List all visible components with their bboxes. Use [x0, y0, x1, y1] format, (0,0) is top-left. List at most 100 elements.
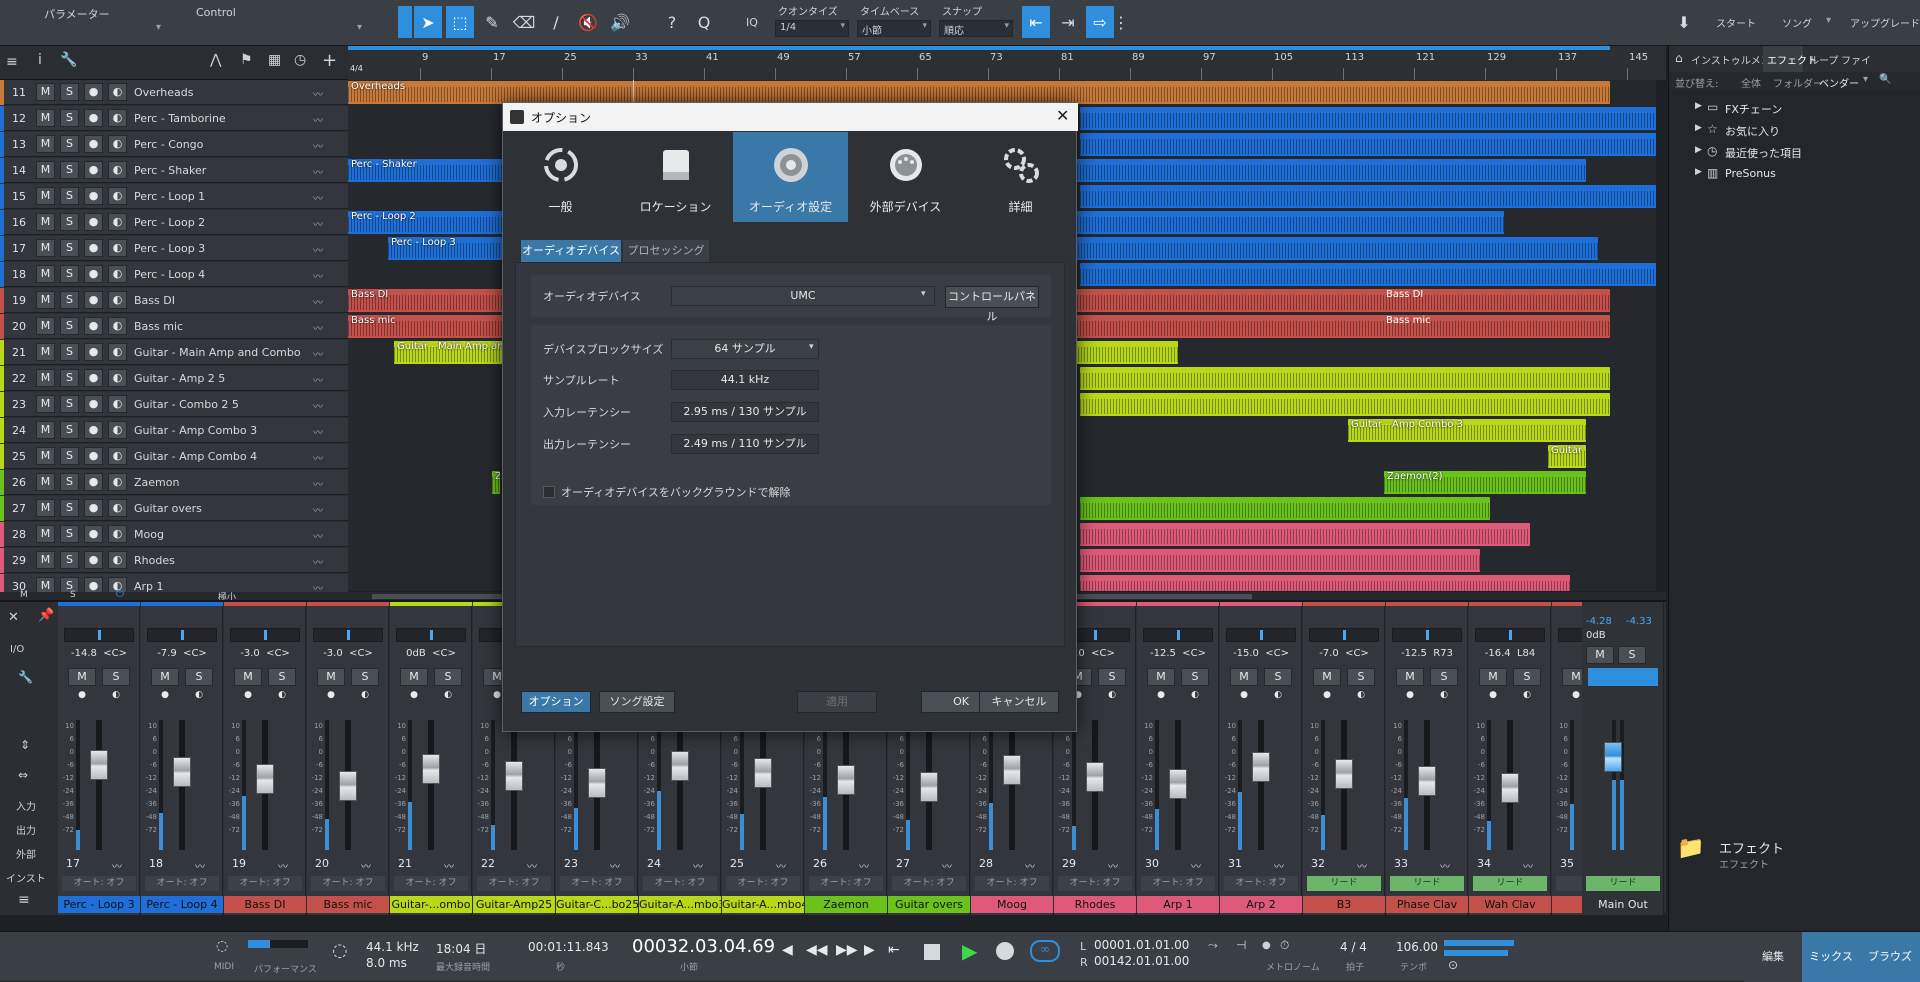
strip-name[interactable]: Moog	[971, 896, 1053, 913]
track-solo-button[interactable]: S	[60, 395, 79, 413]
track-row[interactable]: 25 M S ● ◐ Guitar - Amp Combo 4 〰	[0, 444, 348, 469]
strip-record-icon[interactable]: ●	[1230, 690, 1258, 704]
strip-name[interactable]: B3	[1303, 896, 1385, 913]
strip-monitor-icon[interactable]: ◐	[1347, 690, 1375, 704]
strip-name[interactable]: Arp 1	[1137, 896, 1219, 913]
track-solo-button[interactable]: S	[60, 369, 79, 387]
strip-name[interactable]: Zaemon	[805, 896, 887, 913]
track-mute-button[interactable]: M	[36, 343, 55, 361]
clip[interactable]: Zaemon(2)	[1384, 471, 1586, 494]
expand-chevron-icon[interactable]: ▶	[1695, 167, 1702, 177]
track-name[interactable]: Rhodes	[134, 548, 175, 573]
track-row[interactable]: 27 M S ● ◐ Guitar overs 〰	[0, 496, 348, 521]
record-arm-icon[interactable]: ●	[84, 265, 103, 283]
automation-mode[interactable]: オート: オフ	[560, 876, 634, 891]
record-arm-icon[interactable]: ●	[84, 499, 103, 517]
track-row[interactable]: 17 M S ● ◐ Perc - Loop 3 〰	[0, 236, 348, 261]
track-name[interactable]: Moog	[134, 522, 164, 547]
clip[interactable]	[1080, 263, 1656, 286]
clip[interactable]: Overheads	[348, 81, 1610, 104]
dialog-titlebar[interactable]: オプション ✕	[503, 103, 1078, 131]
track-solo-button[interactable]: S	[60, 473, 79, 491]
track-row[interactable]: 21 M S ● ◐ Guitar - Main Amp and Combo 〰	[0, 340, 348, 365]
track-solo-button[interactable]: S	[60, 265, 79, 283]
strip-volume-pan[interactable]: 0dB <C>	[394, 648, 468, 659]
strip-monitor-icon[interactable]: ◐	[185, 690, 213, 704]
record-arm-icon[interactable]: ●	[84, 161, 103, 179]
tab-locations[interactable]: ロケーション	[618, 132, 733, 222]
wrench-icon[interactable]: 🔧	[60, 52, 77, 68]
track-mute-button[interactable]: M	[36, 499, 55, 517]
clip[interactable]	[1080, 523, 1530, 546]
monitor-icon[interactable]: ◐	[108, 239, 127, 257]
sort-folder[interactable]: フォルダー	[1773, 75, 1823, 90]
automation-mode[interactable]: オート: オフ	[1058, 876, 1132, 891]
track-mute-button[interactable]: M	[36, 213, 55, 231]
param-dropdown-icon[interactable]: ▾	[156, 22, 161, 33]
track-name[interactable]: Guitar - Amp Combo 4	[134, 444, 257, 469]
range-tool-icon[interactable]: ⬚	[446, 6, 474, 38]
main-out-automation[interactable]: リード	[1586, 876, 1660, 891]
track-name[interactable]: Guitar - Amp Combo 3	[134, 418, 257, 443]
automation-icon[interactable]: ⋀	[210, 52, 221, 68]
strip-record-icon[interactable]: ●	[68, 690, 96, 704]
browser-search-icon[interactable]: 🔍	[1879, 74, 1891, 85]
clip[interactable]	[1080, 107, 1656, 130]
track-solo-button[interactable]: S	[60, 83, 79, 101]
pan-slider[interactable]	[1226, 628, 1296, 642]
quantize-q-icon[interactable]: Q	[690, 6, 718, 38]
browser-item[interactable]: ▶ ▭ FXチェーン	[1669, 98, 1920, 118]
track-solo-button[interactable]: S	[60, 447, 79, 465]
monitor-icon[interactable]: ◐	[108, 395, 127, 413]
volume-fader[interactable]	[1335, 759, 1353, 789]
clip[interactable]	[1080, 133, 1656, 156]
release-device-checkbox[interactable]	[543, 486, 555, 498]
track-row[interactable]: 20 M S ● ◐ Bass mic 〰	[0, 314, 348, 339]
tab-files[interactable]: ファイ	[1841, 52, 1871, 67]
track-solo-button[interactable]: S	[60, 343, 79, 361]
strip-monitor-icon[interactable]: ◐	[1098, 690, 1126, 704]
song-menu-icon[interactable]: ▾	[1826, 15, 1831, 26]
strip-monitor-icon[interactable]: ◐	[1513, 690, 1541, 704]
eraser-tool-icon[interactable]: ⌫	[510, 6, 538, 38]
control-dropdown-icon[interactable]: ▾	[357, 22, 362, 33]
track-name[interactable]: Perc - Loop 3	[134, 236, 205, 261]
automation-mode[interactable]: リード	[1307, 876, 1381, 891]
strip-monitor-icon[interactable]: ◐	[102, 690, 130, 704]
track-solo-button[interactable]: S	[60, 421, 79, 439]
strip-mute-button[interactable]: M	[234, 668, 262, 686]
tempo-clock-icon[interactable]: ◷	[294, 52, 306, 68]
automation-mode[interactable]: オート: オフ	[726, 876, 800, 891]
record-arm-icon[interactable]: ●	[84, 369, 103, 387]
monitor-icon[interactable]: ◐	[108, 369, 127, 387]
monitor-icon[interactable]: ◐	[108, 421, 127, 439]
track-name[interactable]: Overheads	[134, 80, 193, 105]
track-mute-button[interactable]: M	[36, 265, 55, 283]
add-track-icon[interactable]: +	[322, 50, 337, 71]
automation-mode[interactable]: オート: オフ	[643, 876, 717, 891]
home-icon[interactable]: ⌂	[1675, 51, 1683, 65]
pan-slider[interactable]	[1143, 628, 1213, 642]
browser-item[interactable]: ▶ ▥ PreSonus	[1669, 164, 1920, 184]
track-solo-button[interactable]: S	[60, 135, 79, 153]
strip-name[interactable]: Guitar-A...mbo3	[639, 896, 721, 913]
monitor-icon[interactable]: ◐	[108, 499, 127, 517]
automation-mode[interactable]: オート: オフ	[1141, 876, 1215, 891]
marker-flag-icon[interactable]: ⚑	[240, 52, 253, 68]
track-mute-button[interactable]: M	[36, 473, 55, 491]
main-out-monitor-icon[interactable]	[1588, 668, 1658, 686]
io-label[interactable]: I/O	[10, 644, 24, 655]
return-zero-icon[interactable]: ⇤	[888, 942, 900, 958]
main-out-solo-button[interactable]: S	[1618, 646, 1646, 664]
strip-record-icon[interactable]: ●	[1313, 690, 1341, 704]
track-solo-button[interactable]: S	[60, 109, 79, 127]
track-solo-button[interactable]: S	[60, 317, 79, 335]
track-mute-button[interactable]: M	[36, 395, 55, 413]
track-solo-button[interactable]: S	[60, 551, 79, 569]
volume-fader[interactable]	[1003, 755, 1021, 785]
track-row[interactable]: 11 M S ● ◐ Overheads 〰	[0, 80, 348, 105]
strip-solo-button[interactable]: S	[351, 668, 379, 686]
tempo[interactable]: 106.00	[1396, 940, 1438, 954]
metronome-icon[interactable]: ⏱	[1280, 938, 1289, 953]
track-mute-button[interactable]: M	[36, 291, 55, 309]
